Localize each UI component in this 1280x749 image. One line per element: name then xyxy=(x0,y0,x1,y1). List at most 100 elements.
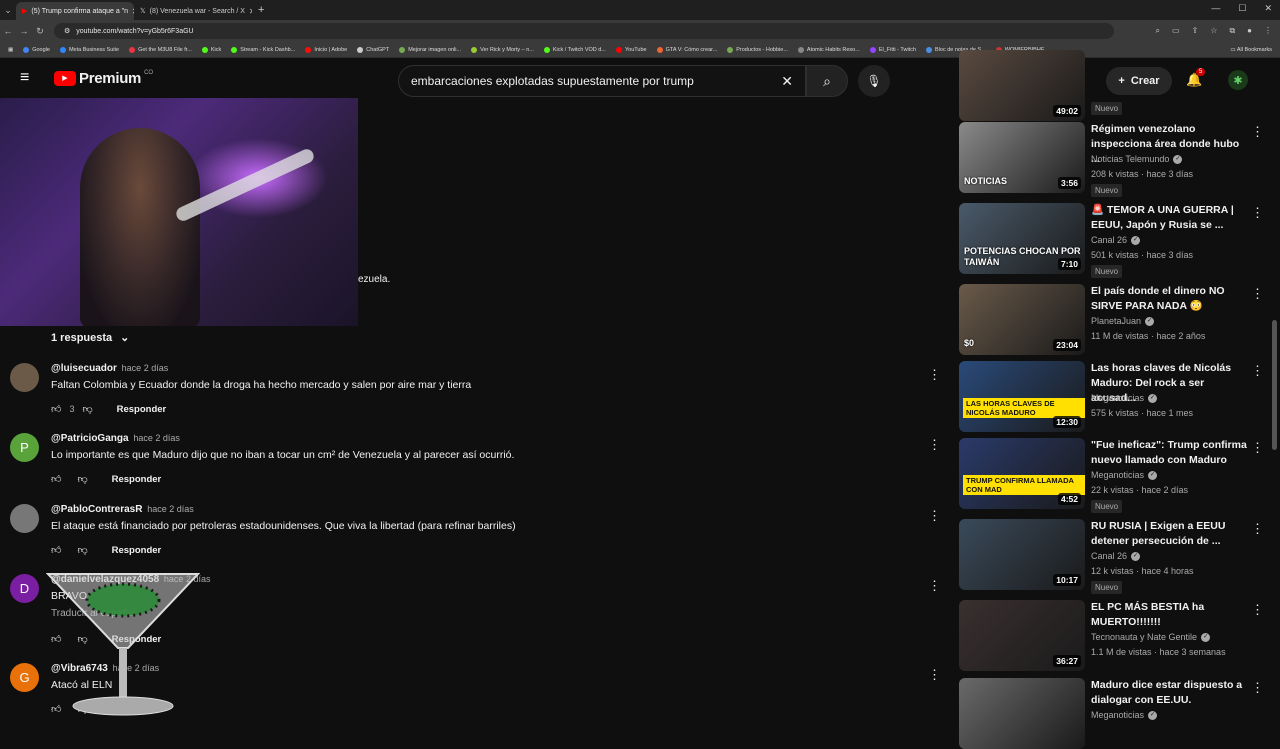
cast-icon[interactable]: ▭ xyxy=(1172,26,1180,36)
url-field[interactable]: ⚙ youtube.com/watch?v=yGb5r6F3aGU xyxy=(54,23,1114,39)
like-icon[interactable]: 👍︎ xyxy=(51,403,61,415)
all-bookmarks[interactable]: ▭ All Bookmarks xyxy=(1230,47,1280,53)
bookmark-star-icon[interactable]: ☆ xyxy=(1210,26,1217,36)
bookmark-item[interactable]: Inicio | Adobe xyxy=(305,46,347,53)
zoom-icon[interactable]: ⌕ xyxy=(1156,26,1160,36)
dislike-icon[interactable]: 👎︎ xyxy=(77,473,87,485)
browser-menu-icon[interactable]: ⋮ xyxy=(1264,26,1272,36)
comment-time[interactable]: hace 2 días xyxy=(147,504,194,514)
channel-name[interactable]: Noticias Telemundo ✓ xyxy=(1091,154,1183,164)
comment-menu-icon[interactable]: ⋮ xyxy=(928,437,941,453)
channel-name[interactable]: Canal 26 ✓ xyxy=(1091,235,1141,245)
video-title[interactable]: "Fue ineficaz": Trump confirma nuevo lla… xyxy=(1091,438,1247,468)
channel-name[interactable]: Meganoticias ✓ xyxy=(1091,710,1158,720)
reply-button[interactable]: Responder xyxy=(117,404,167,415)
video-menu-icon[interactable]: ⋮ xyxy=(1251,286,1264,302)
search-button[interactable]: ⌕ xyxy=(806,65,848,97)
back-icon[interactable]: ← xyxy=(0,26,16,36)
video-thumbnail[interactable]: 10:17 xyxy=(959,519,1085,590)
bookmark-item[interactable]: Atomic Habits Reso... xyxy=(797,46,860,53)
channel-name[interactable]: Meganoticias ✓ xyxy=(1091,393,1158,403)
bookmark-item[interactable]: YouTube xyxy=(615,46,647,53)
scrollbar-thumb[interactable] xyxy=(1272,320,1277,450)
bookmark-item[interactable]: Stream - Kick Dashb... xyxy=(231,46,295,53)
video-menu-icon[interactable]: ⋮ xyxy=(1251,124,1264,140)
commenter-avatar[interactable] xyxy=(10,363,39,392)
comment-time[interactable]: hace 2 días xyxy=(133,433,180,443)
channel-name[interactable]: Tecnonauta y Nate Gentile ✓ xyxy=(1091,632,1211,642)
comment-menu-icon[interactable]: ⋮ xyxy=(928,508,941,524)
browser-tab-x[interactable]: 𝕏 (8) Venezuela war - Search / X ✕ xyxy=(134,2,252,20)
like-icon[interactable]: 👍︎ xyxy=(51,473,61,485)
video-title[interactable]: El país donde el dinero NO SIRVE PARA NA… xyxy=(1091,284,1247,314)
reply-button[interactable]: Responder xyxy=(112,545,162,556)
bookmark-item[interactable]: Google xyxy=(23,46,50,53)
comment-menu-icon[interactable]: ⋮ xyxy=(928,578,941,594)
search-input[interactable]: embarcaciones explotadas supuestamente p… xyxy=(398,65,806,97)
replies-toggle[interactable]: 1 respuesta ⌄ xyxy=(51,331,129,345)
apps-icon[interactable]: ▦ xyxy=(8,47,13,53)
video-thumbnail[interactable]: TRUMP CONFIRMA LLAMADA CON MAD 4:52 xyxy=(959,438,1085,509)
site-info-icon[interactable]: ⚙ xyxy=(64,27,70,35)
dislike-icon[interactable]: 👎︎ xyxy=(77,544,87,556)
comment-menu-icon[interactable]: ⋮ xyxy=(928,667,941,683)
channel-name[interactable]: Meganoticias ✓ xyxy=(1091,470,1158,480)
commenter-avatar[interactable]: G xyxy=(10,663,39,692)
maximize-icon[interactable]: ☐ xyxy=(1238,3,1246,14)
video-title[interactable]: Maduro dice estar dispuesto a dialogar c… xyxy=(1091,678,1247,708)
channel-name[interactable]: PlanetaJuan ✓ xyxy=(1091,316,1155,326)
video-thumbnail[interactable]: NOTICIAS 3:56 xyxy=(959,122,1085,193)
share-icon[interactable]: ⇪ xyxy=(1192,26,1199,36)
bookmark-item[interactable]: Get the M3U8 File fr... xyxy=(129,46,192,53)
comment-username[interactable]: @PabloContrerasR xyxy=(51,504,142,515)
like-icon[interactable]: 👍︎ xyxy=(51,544,61,556)
clear-search-icon[interactable]: ✕ xyxy=(781,73,793,90)
video-title[interactable]: 🚨 TEMOR A UNA GUERRA | EEUU, Japón y Rus… xyxy=(1091,203,1247,233)
forward-icon[interactable]: → xyxy=(16,26,32,36)
comment-time[interactable]: hace 2 días xyxy=(122,363,169,373)
voice-search-button[interactable]: 🎙 xyxy=(858,65,890,97)
bookmark-item[interactable]: Mejorar imagen onli... xyxy=(399,46,461,53)
video-menu-icon[interactable]: ⋮ xyxy=(1251,521,1264,537)
bookmark-item[interactable]: Ver Rick y Morty – n... xyxy=(471,46,534,53)
video-menu-icon[interactable]: ⋮ xyxy=(1251,363,1264,379)
commenter-avatar[interactable]: D xyxy=(10,574,39,603)
reply-button[interactable]: Responder xyxy=(112,474,162,485)
notifications-button[interactable]: 🔔 5 xyxy=(1186,68,1206,88)
bookmark-item[interactable]: Productos - Hobbie... xyxy=(727,46,788,53)
channel-name[interactable]: Canal 26 ✓ xyxy=(1091,551,1141,561)
bookmark-item[interactable]: ChatGPT xyxy=(357,46,389,53)
new-tab-icon[interactable]: + xyxy=(252,4,270,16)
video-thumbnail[interactable]: POTENCIAS CHOCAN POR TAIWÁN 7:10 xyxy=(959,203,1085,274)
video-title[interactable]: EL PC MÁS BESTIA ha MUERTO!!!!!!! xyxy=(1091,600,1247,630)
comment-username[interactable]: @luisecuador xyxy=(51,363,117,374)
bookmark-item[interactable]: Kick xyxy=(201,46,221,53)
video-menu-icon[interactable]: ⋮ xyxy=(1251,602,1264,618)
minimize-icon[interactable]: — xyxy=(1211,3,1220,14)
extensions-icon[interactable]: ⧉ xyxy=(1229,26,1235,36)
browser-tab-youtube[interactable]: ▶ (5) Trump confirma ataque a "n ✕ xyxy=(16,2,134,20)
create-button[interactable]: + Crear xyxy=(1106,67,1172,95)
video-thumbnail[interactable]: 36:27 xyxy=(959,600,1085,671)
video-menu-icon[interactable]: ⋮ xyxy=(1251,205,1264,221)
video-menu-icon[interactable]: ⋮ xyxy=(1251,680,1264,696)
comment-menu-icon[interactable]: ⋮ xyxy=(928,367,941,383)
profile-icon[interactable]: ● xyxy=(1247,26,1252,36)
reload-icon[interactable]: ↻ xyxy=(32,26,48,37)
video-title[interactable]: RU RUSIA | Exigen a EEUU detener persecu… xyxy=(1091,519,1247,549)
dislike-icon[interactable]: 👎︎ xyxy=(82,403,92,415)
video-thumbnail[interactable]: 49:02 xyxy=(959,50,1085,121)
commenter-avatar[interactable] xyxy=(10,504,39,533)
comment-username[interactable]: @PatricioGanga xyxy=(51,433,129,444)
account-avatar[interactable]: ✱ xyxy=(1228,70,1248,90)
bookmark-item[interactable]: GTA V: Cómo crear... xyxy=(656,46,717,53)
youtube-premium-logo[interactable]: ▶ Premium CO xyxy=(54,70,153,87)
bookmark-item[interactable]: El_Fitti - Twitch xyxy=(869,46,916,53)
bookmark-item[interactable]: Kick / Twitch VOD d... xyxy=(543,46,606,53)
hamburger-menu-icon[interactable]: ≡ xyxy=(20,69,36,87)
video-thumbnail[interactable]: $0 23:04 xyxy=(959,284,1085,355)
close-window-icon[interactable]: ✕ xyxy=(1264,3,1272,14)
bookmark-item[interactable]: Meta Business Suite xyxy=(59,46,119,53)
video-menu-icon[interactable]: ⋮ xyxy=(1251,440,1264,456)
commenter-avatar[interactable]: P xyxy=(10,433,39,462)
